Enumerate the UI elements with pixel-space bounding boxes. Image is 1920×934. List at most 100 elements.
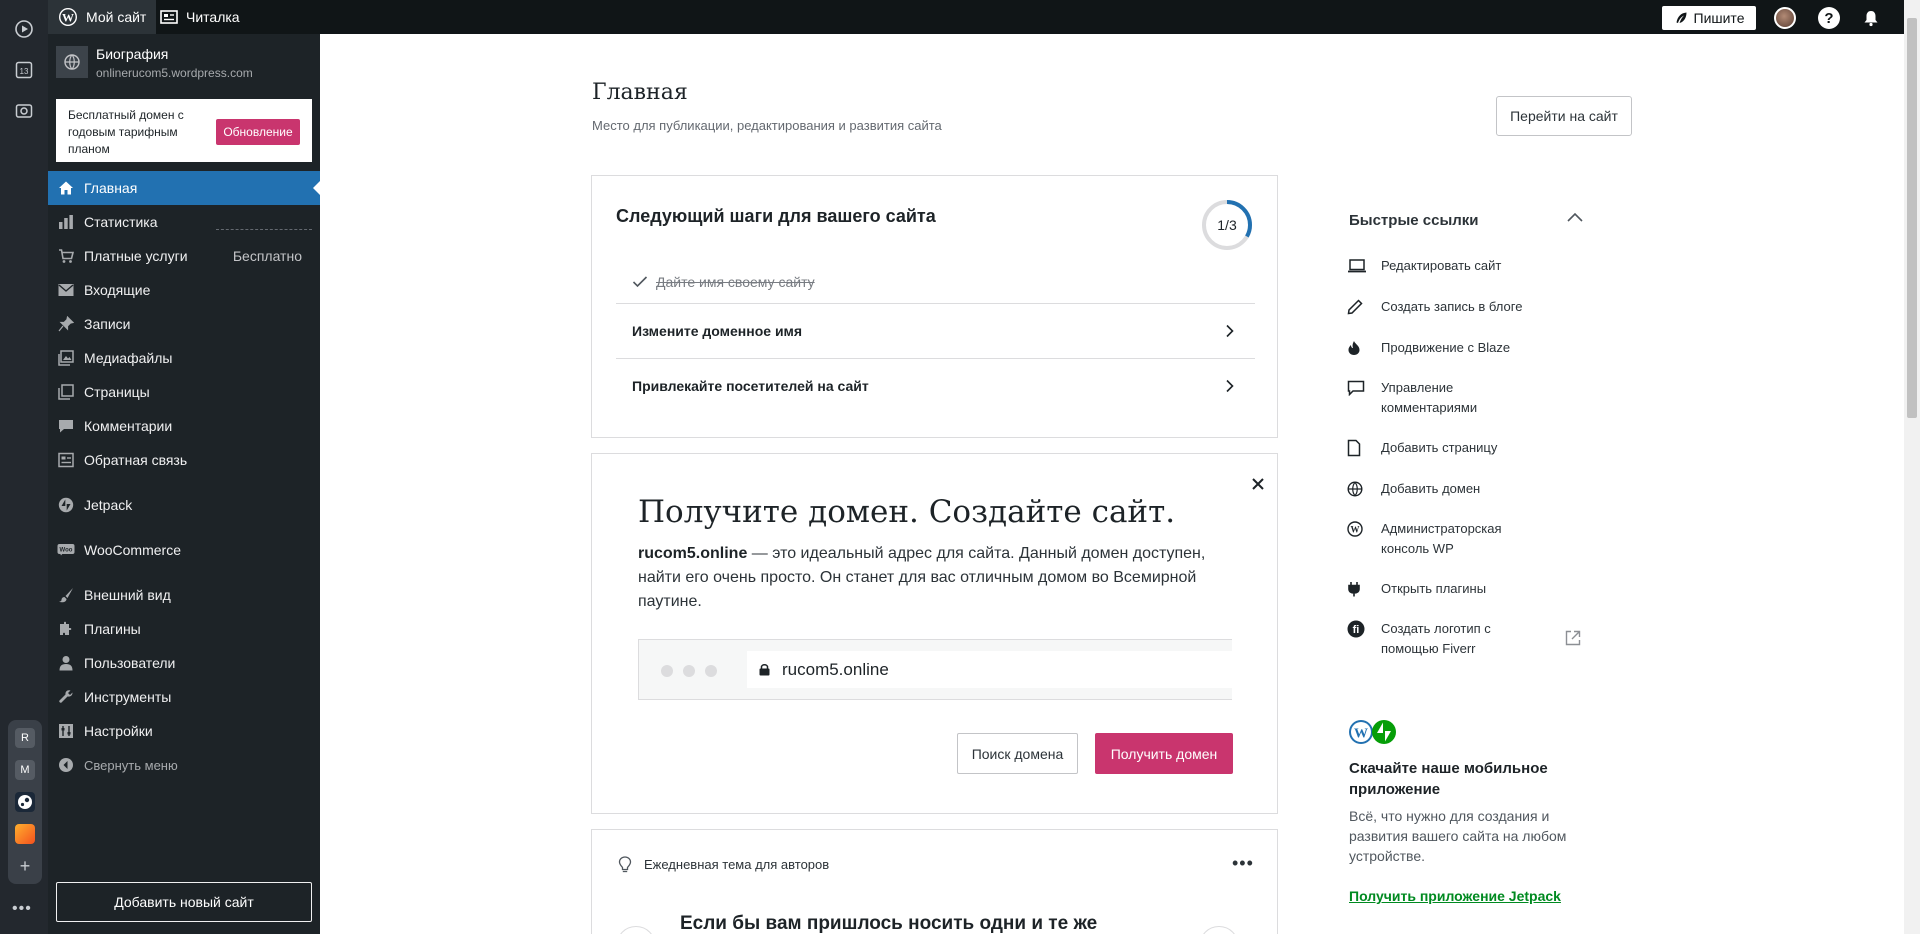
external-link-icon[interactable] [1564,629,1582,652]
prev-prompt-button[interactable] [616,926,656,934]
sidebar-item-media[interactable]: Медиафайлы [48,341,320,375]
play-icon[interactable] [12,17,36,41]
sidebar-item-label: Jetpack [84,497,133,513]
sidebar-item-paid[interactable]: Платные услуги Бесплатно [48,239,320,273]
pin-icon [57,315,75,333]
screenshot-icon[interactable] [12,99,36,123]
user-icon [57,654,75,672]
daily-prompt-card: Ежедневная тема для авторов ••• Если бы … [591,829,1278,934]
page-title: Главная [592,80,688,105]
quick-link-new-post[interactable]: Создать запись в блоге [1347,297,1587,317]
sidebar-item-feedback[interactable]: Обратная связь [48,443,320,477]
quick-link-comments[interactable]: Управление комментариями [1347,378,1587,418]
checkmark-icon [632,276,648,288]
get-domain-button[interactable]: Получить домен [1095,733,1233,774]
close-icon[interactable] [1248,474,1268,494]
wordpress-logo-icon: W [1349,720,1373,744]
collapse-menu[interactable]: Свернуть меню [48,748,320,782]
add-new-site-button[interactable]: Добавить новый сайт [56,882,312,922]
sidebar-item-woocommerce[interactable]: Woo WooCommerce [48,533,320,567]
task-label: Привлекайте посетителей на сайт [632,377,869,394]
sidebar-item-settings[interactable]: Настройки [48,714,320,748]
pinned-apps: R M + [8,720,42,884]
help-icon[interactable]: ? [1818,7,1840,29]
window-dot [705,665,717,677]
quick-link-plugins[interactable]: Открыть плагины [1347,579,1587,599]
visit-site-button[interactable]: Перейти на сайт [1496,96,1632,136]
sidebar-item-jetpack[interactable]: Jetpack [48,488,320,522]
more-options-icon[interactable]: ••• [1232,854,1254,872]
quick-link-label: Редактировать сайт [1381,258,1502,273]
wordpress-icon: W [59,8,77,26]
sidebar-item-label: Внешний вид [84,587,171,603]
fiverr-icon: fi [1347,619,1371,639]
task-change-domain[interactable]: Измените доменное имя [616,303,1255,357]
quick-link-blaze[interactable]: Продвижение с Blaze [1347,338,1587,358]
next-prompt-button[interactable] [1199,926,1239,934]
quick-link-fiverr[interactable]: fi Создать логотип с помощью Fiverr [1347,619,1587,659]
svg-text:W: W [1354,727,1368,742]
task-attract-visitors[interactable]: Привлекайте посетителей на сайт [616,358,1255,412]
sidebar-item-label: Комментарии [84,418,173,434]
page-subtitle: Место для публикации, редактирования и р… [592,118,942,133]
quick-link-label: Управление комментариями [1381,380,1478,415]
mail-app-icon[interactable] [15,824,35,844]
calendar-icon[interactable]: 13 [12,58,36,82]
app-r[interactable]: R [15,728,35,748]
address-domain: rucom5.online [782,659,889,679]
sidebar-item-comments[interactable]: Комментарии [48,409,320,443]
sidebar-item-plugins[interactable]: Плагины [48,612,320,646]
search-domain-button[interactable]: Поиск домена [957,733,1078,774]
reader-icon [160,10,178,24]
get-jetpack-app-link[interactable]: Получить приложение Jetpack [1349,888,1561,904]
daily-prompt-text: Если бы вам пришлось носить одни и те же [680,913,1098,934]
write-button[interactable]: Пишите [1662,6,1756,30]
quick-link-add-domain[interactable]: Добавить домен [1347,479,1587,499]
sidebar-item-inbox[interactable]: Входящие [48,273,320,307]
quick-link-label: Создать логотип с помощью Fiverr [1381,621,1491,656]
page-scrollbar[interactable] [1904,0,1920,934]
browser-mockup: rucom5.online [638,639,1233,700]
sidebar-item-users[interactable]: Пользователи [48,646,320,680]
site-card[interactable]: Биография onlinerucom5.wordpress.com [56,44,320,90]
next-steps-card: Следующий шаги для вашего сайта 1/3 Дайт… [591,175,1278,438]
quick-link-label: Продвижение с Blaze [1381,340,1511,355]
sidebar-item-stats[interactable]: Статистика [48,205,320,239]
globe-icon [1347,479,1371,499]
window-dot [661,665,673,677]
more-icon[interactable]: ••• [12,900,32,918]
quick-link-edit-site[interactable]: Редактировать сайт [1347,256,1587,276]
scrollbar-thumb[interactable] [1907,18,1917,418]
add-app-icon[interactable]: + [15,856,35,876]
domain-name-bold: rucom5.online [638,545,748,562]
daily-prompt-label: Ежедневная тема для авторов [644,857,830,872]
plugin-icon [57,620,75,638]
sidebar-item-pages[interactable]: Страницы [48,375,320,409]
sidebar-item-home[interactable]: Главная [48,171,321,205]
app-m[interactable]: M [15,760,35,780]
task-label: Дайте имя своему сайту [656,274,815,290]
task-done[interactable]: Дайте имя своему сайту [616,262,1255,302]
quick-link-wp-admin[interactable]: W Администраторская консоль WP [1347,519,1587,559]
wordpress-icon: W [1347,519,1371,539]
sidebar-item-label: Записи [84,316,131,332]
sidebar-item-appearance[interactable]: Внешний вид [48,578,320,612]
reader-link[interactable]: Читалка [160,0,240,34]
avatar[interactable] [1774,7,1796,29]
domain-card-title: Получите домен. Создайте сайт. [638,494,1176,530]
quick-link-label: Создать запись в блоге [1381,299,1523,314]
bell-icon[interactable] [1860,7,1882,29]
my-site-link[interactable]: W Мой сайт [48,0,157,34]
upgrade-button[interactable]: Обновление [216,119,300,145]
globe-icon [56,46,88,78]
stats-sparkline [216,229,312,230]
chevron-up-icon[interactable] [1566,210,1584,228]
sidebar-item-posts[interactable]: Записи [48,307,320,341]
lock-icon [759,664,770,676]
quick-link-label: Администраторская консоль WP [1381,521,1502,556]
steam-icon[interactable] [15,792,35,812]
quick-link-add-page[interactable]: Добавить страницу [1347,438,1587,458]
sidebar-item-tools[interactable]: Инструменты [48,680,320,714]
comment-icon [57,417,75,435]
masterbar: W Мой сайт Читалка Пишите ? [48,0,1904,34]
